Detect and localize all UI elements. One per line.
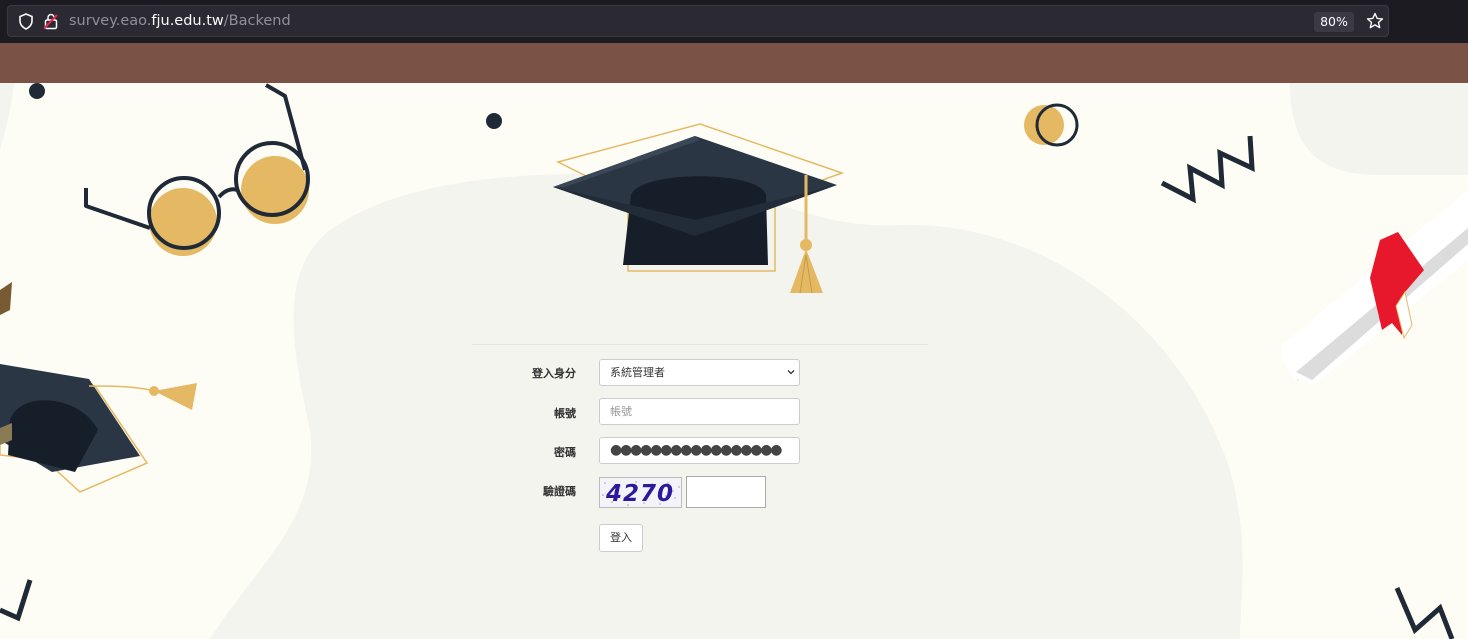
zigzag-decoration — [1394, 587, 1455, 639]
form-divider — [472, 344, 928, 345]
captcha-code: 4270 — [606, 481, 675, 507]
password-label: 密碼 — [554, 446, 576, 459]
zigzag-decoration — [0, 579, 33, 622]
url-prefix: survey.eao. — [69, 13, 152, 29]
dot-decoration — [29, 83, 45, 99]
identity-select[interactable]: 系統管理者 — [599, 359, 800, 386]
captcha-input[interactable] — [686, 476, 766, 508]
login-button[interactable]: 登入 — [599, 524, 643, 552]
lock-warning-icon[interactable] — [43, 13, 59, 34]
glasses-icon — [84, 83, 310, 256]
account-input[interactable]: 帳號 — [599, 398, 800, 425]
diploma-icon — [1281, 190, 1468, 384]
chevron-down-icon — [787, 360, 795, 396]
password-mask: ●●●●●●●●●●●●●●●●● — [610, 442, 782, 458]
url-host: fju.edu.tw — [151, 13, 224, 29]
bookmark-star-icon[interactable] — [1366, 12, 1384, 34]
graduation-cap-icon — [0, 282, 197, 493]
url-text[interactable]: survey.eao.fju.edu.tw/Backend — [69, 13, 291, 29]
identity-select-value: 系統管理者 — [610, 366, 665, 379]
identity-label: 登入身分 — [532, 367, 576, 380]
shield-icon[interactable] — [18, 13, 34, 34]
captcha-image[interactable]: 4270 — [599, 477, 682, 508]
password-input[interactable]: ●●●●●●●●●●●●●●●●● — [599, 437, 800, 464]
captcha-label: 驗證碼 — [543, 485, 576, 498]
browser-toolbar: survey.eao.fju.edu.tw/Backend 80% — [0, 0, 1468, 43]
zoom-level-badge[interactable]: 80% — [1314, 12, 1354, 32]
address-bar[interactable]: survey.eao.fju.edu.tw/Backend 80% — [7, 5, 1389, 37]
url-path: /Backend — [223, 13, 291, 29]
site-header-bar — [0, 43, 1468, 83]
zigzag-decoration — [1160, 135, 1255, 204]
dot-decoration — [486, 113, 502, 129]
account-label: 帳號 — [554, 407, 576, 420]
account-placeholder: 帳號 — [610, 405, 632, 418]
